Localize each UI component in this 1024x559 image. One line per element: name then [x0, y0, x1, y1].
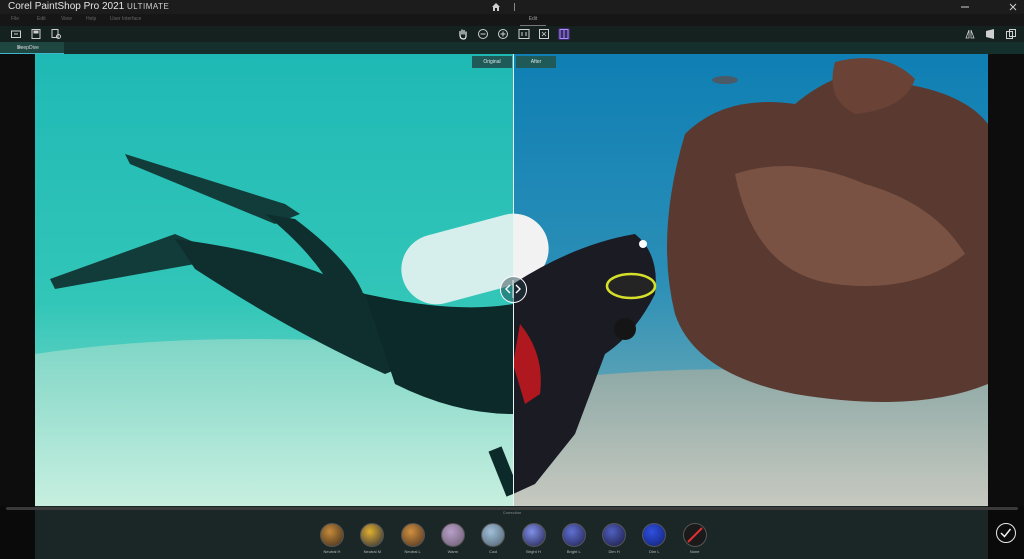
apply-button[interactable]	[996, 523, 1016, 543]
preset-label: Bright H	[526, 549, 541, 554]
preset-neutral-l[interactable]: Neutral L	[399, 523, 427, 554]
settings-icon[interactable]	[50, 28, 62, 40]
preset-dim-h[interactable]: Dim H	[600, 523, 628, 554]
menu-edit[interactable]: Edit	[37, 16, 46, 22]
preset-none[interactable]: None	[681, 523, 709, 554]
export-icon[interactable]	[1005, 28, 1017, 40]
zoom-out-icon[interactable]	[477, 28, 489, 40]
pan-hand-icon[interactable]	[457, 28, 469, 40]
title-bar: Corel PaintShop Pro 2021 ULTIMATE	[0, 0, 1024, 14]
menu-bar: File Edit View Help User Interface Edit	[0, 14, 1024, 26]
preset-label: Dim H	[608, 549, 620, 554]
product-edition: ULTIMATE	[127, 2, 170, 11]
preset-cool[interactable]: Cool	[479, 523, 507, 554]
menu-help[interactable]: Help	[86, 16, 96, 22]
right-panel	[988, 54, 1024, 559]
workspace-tab-edit[interactable]: Edit	[520, 16, 546, 26]
preset-thumbnail	[400, 523, 425, 547]
none-slash-icon	[686, 527, 703, 543]
product-name-2: Pro	[83, 1, 100, 12]
left-panel	[0, 54, 35, 559]
preset-neutral-h[interactable]: Neutral H	[318, 523, 346, 554]
preset-label: None	[689, 549, 700, 554]
product-year: 2021	[101, 1, 125, 12]
preset-thumbnail	[481, 523, 506, 547]
layers-icon[interactable]	[984, 28, 996, 40]
fit-window-icon[interactable]	[538, 28, 550, 40]
preset-warm[interactable]: Warm	[439, 523, 467, 554]
preset-bright-l[interactable]: Bright L	[560, 523, 588, 554]
product-name: PaintShop	[34, 1, 81, 12]
document-tab-bar: DeepDive ✕	[0, 42, 1024, 54]
preset-thumbnail	[360, 523, 385, 547]
preset-label: Warm	[447, 549, 459, 554]
preset-thumbnail	[561, 523, 586, 547]
split-handle-arrows-icon	[505, 280, 521, 298]
toolbar	[0, 26, 1024, 42]
menu-view[interactable]: View	[61, 16, 72, 22]
preset-thumbnail	[440, 523, 465, 547]
preset-thumbnail	[521, 523, 546, 547]
split-view-icon[interactable]	[558, 28, 570, 40]
preset-thumbnail	[320, 523, 344, 547]
checkmark-icon	[1000, 528, 1012, 538]
preset-label: Cool	[489, 549, 498, 554]
mirror-icon[interactable]	[964, 28, 976, 40]
split-handle[interactable]	[500, 276, 527, 303]
app-title: Corel PaintShop Pro 2021 ULTIMATE	[8, 1, 169, 12]
preset-thumbnail	[602, 523, 627, 547]
menu-user-interface[interactable]: User Interface	[110, 16, 141, 22]
preset-thumbnail	[682, 523, 707, 547]
brand-name: Corel	[8, 1, 32, 12]
preset-dim-l[interactable]: Dim L	[640, 523, 668, 554]
after-label: After	[516, 56, 556, 68]
close-tab-icon[interactable]: ✕	[17, 45, 21, 51]
save-icon[interactable]	[30, 28, 42, 40]
close-icon[interactable]	[1008, 2, 1018, 12]
preset-label: Neutral M	[363, 549, 381, 554]
menu-file[interactable]: File	[11, 16, 19, 22]
document-tab[interactable]: DeepDive ✕	[0, 42, 64, 54]
preset-label: Bright L	[566, 549, 581, 554]
preset-label: Neutral L	[404, 549, 421, 554]
preset-label: Neutral H	[323, 549, 341, 554]
original-label: Original	[472, 56, 512, 68]
corrections-label: Correction	[502, 510, 522, 515]
actual-size-icon[interactable]	[518, 28, 530, 40]
home-icon[interactable]	[491, 2, 501, 12]
preset-neutral-m[interactable]: Neutral M	[358, 523, 386, 554]
preset-bright-h[interactable]: Bright H	[520, 523, 548, 554]
open-icon[interactable]	[10, 28, 22, 40]
title-separator	[514, 3, 515, 11]
zoom-in-icon[interactable]	[497, 28, 509, 40]
preset-thumbnail	[642, 523, 667, 547]
minimize-icon[interactable]	[960, 2, 970, 12]
preset-label: Dim L	[649, 549, 660, 554]
